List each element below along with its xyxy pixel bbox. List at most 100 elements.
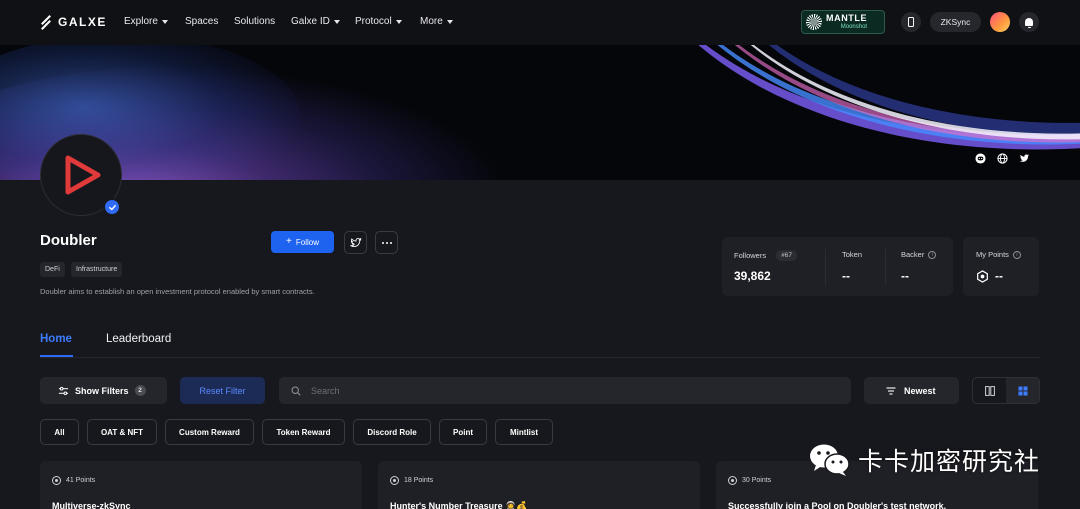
- nav-item-explore[interactable]: Explore: [124, 16, 168, 27]
- backer-label: Backer i: [901, 250, 937, 259]
- twitter-share-button[interactable]: [344, 231, 367, 254]
- points-label-text: My Points: [976, 250, 1009, 259]
- tag-defi[interactable]: DeFi: [40, 262, 65, 277]
- reset-filter-button[interactable]: Reset Filter: [180, 377, 265, 404]
- show-filters-label: Show Filters: [75, 385, 129, 396]
- chip-mintlist[interactable]: Mintlist: [495, 419, 553, 445]
- tab-home[interactable]: Home: [40, 333, 72, 345]
- search-bar[interactable]: [279, 377, 851, 404]
- point-icon: [52, 476, 61, 485]
- chip-custom-reward[interactable]: Custom Reward: [165, 419, 254, 445]
- card-title: Successfully join a Pool on Doubler's te…: [728, 501, 947, 509]
- galxe-logo-icon: [40, 16, 52, 28]
- backer-label-text: Backer: [901, 250, 925, 259]
- mantle-subtitle: Moonshot: [840, 24, 868, 30]
- chip-point[interactable]: Point: [439, 419, 487, 445]
- filter-sliders-icon: [58, 386, 69, 395]
- card-title: Hunter's Number Treasure 🧑‍🚀💰: [390, 501, 528, 509]
- phone-icon: [908, 17, 914, 27]
- follow-label: Follow: [295, 237, 319, 247]
- points-badge-icon: [977, 269, 988, 283]
- card-points: 30 Points: [728, 476, 771, 485]
- chip-oat-nft[interactable]: OAT & NFT: [87, 419, 157, 445]
- mobile-app-button[interactable]: [901, 12, 921, 32]
- nav-item-label: Galxe ID: [291, 16, 330, 27]
- nav-item-solutions[interactable]: Solutions: [234, 16, 275, 27]
- logo-text: GALXE: [58, 15, 107, 29]
- tabs-divider: [40, 357, 1040, 358]
- view-toggle: [972, 377, 1040, 404]
- chain-selector[interactable]: ZKSync: [930, 12, 981, 32]
- info-icon[interactable]: i: [1012, 250, 1021, 259]
- search-input[interactable]: [311, 385, 811, 396]
- mantle-title: MANTLE: [826, 13, 868, 23]
- info-icon[interactable]: i: [928, 250, 937, 259]
- mantle-moonshot-banner[interactable]: MANTLE Moonshot: [801, 10, 885, 34]
- nav-item-galxe-id[interactable]: Galxe ID: [291, 16, 340, 27]
- wechat-icon: [810, 444, 850, 476]
- points-label: My Points i: [976, 250, 1021, 259]
- sort-icon: [886, 386, 896, 395]
- campaign-card[interactable]: 18 Points Hunter's Number Treasure 🧑‍🚀💰: [378, 461, 700, 509]
- watermark-text: 卡卡加密研究社: [858, 448, 1041, 476]
- user-avatar[interactable]: [990, 12, 1010, 32]
- my-points-card: My Points i --: [963, 237, 1039, 296]
- wechat-watermark: 卡卡加密研究社: [808, 442, 1040, 478]
- discord-icon[interactable]: [975, 153, 986, 164]
- token-value: --: [842, 269, 850, 283]
- space-description: Doubler aims to establish an open invest…: [40, 287, 315, 296]
- chevron-down-icon: [161, 19, 168, 24]
- nav-item-protocol[interactable]: Protocol: [355, 16, 402, 27]
- nav-item-more[interactable]: More: [420, 16, 453, 27]
- active-tab-indicator: [40, 355, 73, 357]
- twitter-icon[interactable]: [1019, 153, 1030, 164]
- follow-button[interactable]: + Follow: [271, 231, 334, 253]
- reset-filter-label: Reset Filter: [199, 385, 246, 396]
- chip-token-reward[interactable]: Token Reward: [262, 419, 345, 445]
- chevron-down-icon: [446, 19, 453, 24]
- chip-all[interactable]: All: [40, 419, 79, 445]
- tab-leaderboard[interactable]: Leaderboard: [106, 333, 171, 345]
- stats-card: Followers #67 39,862 Token -- Backer i -…: [722, 237, 953, 296]
- chain-label: ZKSync: [940, 17, 971, 27]
- token-label: Token: [842, 250, 863, 259]
- grid-view-icon: [1018, 386, 1027, 395]
- grid-view-button[interactable]: [1006, 378, 1039, 403]
- followers-label-text: Followers: [734, 251, 767, 260]
- nav-item-label: Spaces: [185, 16, 219, 27]
- sort-dropdown[interactable]: Newest: [864, 377, 959, 404]
- points-value-row: --: [976, 269, 1003, 283]
- card-title: Multiverse-zkSync: [52, 501, 131, 509]
- card-points: 41 Points: [52, 476, 95, 485]
- twitter-icon: [349, 237, 361, 247]
- followers-label: Followers #67: [734, 250, 797, 261]
- more-options-button[interactable]: [375, 231, 398, 254]
- tag-infrastructure[interactable]: Infrastructure: [71, 262, 123, 277]
- chip-discord-role[interactable]: Discord Role: [353, 419, 431, 445]
- followers-rank-badge: #67: [776, 250, 797, 261]
- doubler-logo-icon: [65, 155, 101, 195]
- space-title: Doubler: [40, 232, 97, 249]
- card-points-label: 41 Points: [66, 477, 96, 484]
- space-banner: [0, 45, 1080, 180]
- nav-item-label: More: [420, 16, 443, 27]
- stat-divider: [825, 249, 826, 285]
- card-points-label: 30 Points: [742, 477, 772, 484]
- sort-label: Newest: [904, 385, 936, 396]
- list-view-button[interactable]: [973, 378, 1006, 403]
- campaign-card[interactable]: 41 Points Multiverse-zkSync: [40, 461, 362, 509]
- nav-item-label: Explore: [124, 16, 158, 27]
- show-filters-button[interactable]: Show Filters 2: [40, 377, 167, 404]
- stat-divider: [885, 249, 886, 285]
- notifications-button[interactable]: [1019, 12, 1039, 32]
- galxe-logo[interactable]: GALXE: [40, 15, 107, 29]
- card-points: 18 Points: [390, 476, 433, 485]
- list-view-icon: [984, 385, 995, 396]
- search-icon: [291, 385, 301, 396]
- backer-value: --: [901, 269, 909, 283]
- nav-item-spaces[interactable]: Spaces: [185, 16, 218, 27]
- mantle-text: MANTLE Moonshot: [826, 13, 868, 31]
- verified-badge-icon: [103, 198, 121, 216]
- globe-icon[interactable]: [997, 153, 1008, 164]
- nav-item-label: Solutions: [234, 16, 276, 27]
